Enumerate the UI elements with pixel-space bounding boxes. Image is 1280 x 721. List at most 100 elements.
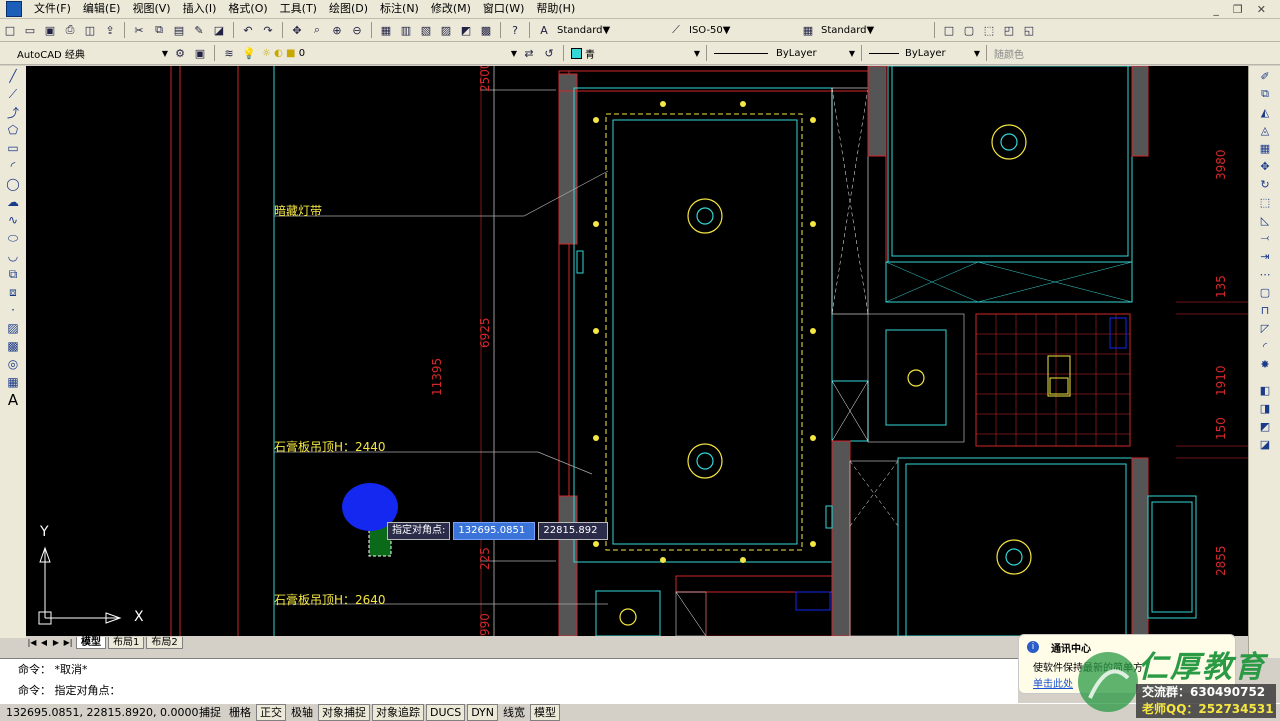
circle-icon[interactable]: ◯ (3, 176, 23, 192)
revcloud-icon[interactable]: ☁ (3, 194, 23, 210)
ortho-toggle[interactable]: 正交 (256, 704, 286, 721)
workspace-settings-icon[interactable]: ⚙ (172, 45, 188, 61)
tab-layout2[interactable]: 布局2 (146, 636, 183, 649)
first-tab-icon[interactable]: |◀ (26, 638, 38, 647)
fillet-icon[interactable]: ◜ (1255, 338, 1275, 354)
draworder-under-icon[interactable]: ◪ (1255, 436, 1275, 452)
menu-help[interactable]: 帮助(H) (530, 0, 581, 18)
point-icon[interactable]: · (3, 302, 23, 318)
app-icon[interactable] (6, 1, 22, 17)
pan-icon[interactable]: ✥ (289, 22, 305, 38)
grid-toggle[interactable]: 栅格 (226, 705, 254, 720)
snap-toggle[interactable]: 捕捉 (196, 705, 224, 720)
menu-modify[interactable]: 修改(M) (425, 0, 477, 18)
trim-icon[interactable]: ⤙ (1255, 230, 1275, 246)
viewport-icon[interactable]: □ (941, 22, 957, 38)
line-icon[interactable]: ╱ (3, 68, 23, 84)
copy-object-icon[interactable]: ⧉ (1255, 86, 1275, 102)
tab-model[interactable]: 模型 (76, 636, 106, 649)
insert-block-icon[interactable]: ⧉ (3, 266, 23, 282)
minimize-icon[interactable]: _ (1213, 3, 1219, 16)
arc-icon[interactable]: ◜ (3, 158, 23, 174)
preview-icon[interactable]: ◫ (82, 22, 98, 38)
help-icon[interactable]: ? (507, 22, 523, 38)
menu-file[interactable]: 文件(F) (28, 0, 77, 18)
properties-icon[interactable]: ▦ (378, 22, 394, 38)
markup-icon[interactable]: ◩ (458, 22, 474, 38)
paste-icon[interactable]: ▤ (171, 22, 187, 38)
offset-icon[interactable]: ◬ (1255, 122, 1275, 138)
draworder-above-icon[interactable]: ◩ (1255, 418, 1275, 434)
layer-manager-icon[interactable]: ≋ (221, 45, 237, 61)
calculator-icon[interactable]: ▩ (478, 22, 494, 38)
break-icon[interactable]: ▢ (1255, 284, 1275, 300)
dim-style-select[interactable]: ISO-50 ▼ (686, 22, 798, 38)
drawing-canvas[interactable]: 2500 6925 11395 3980 135 1910 150 2855 2… (26, 66, 1248, 636)
menu-insert[interactable]: 插入(I) (177, 0, 223, 18)
dyn-toggle[interactable]: DYN (467, 704, 499, 721)
copy-icon[interactable]: ⧉ (151, 22, 167, 38)
erase-icon[interactable]: ✐ (1255, 68, 1275, 84)
gradient-icon[interactable]: ▩ (3, 338, 23, 354)
model-toggle[interactable]: 模型 (530, 704, 561, 721)
osnap-toggle[interactable]: 对象捕捉 (318, 704, 370, 721)
viewport-single-icon[interactable]: ▢ (961, 22, 977, 38)
region-icon[interactable]: ◎ (3, 356, 23, 372)
save-icon[interactable]: ▣ (42, 22, 58, 38)
polygon-icon[interactable]: ⬠ (3, 122, 23, 138)
make-block-icon[interactable]: ⧈ (3, 284, 23, 300)
table-style-select[interactable]: Standard ▼ (818, 22, 930, 38)
text-style-select[interactable]: Standard ▼ (554, 22, 666, 38)
tooltip-y-input[interactable]: 22815.892 (538, 522, 609, 540)
table-icon[interactable]: ▦ (3, 374, 23, 390)
polar-toggle[interactable]: 极轴 (288, 705, 316, 720)
viewport-object-icon[interactable]: ◰ (1001, 22, 1017, 38)
redo-icon[interactable]: ↷ (260, 22, 276, 38)
workspace-save-icon[interactable]: ▣ (192, 45, 208, 61)
ellipse-icon[interactable]: ⬭ (3, 230, 23, 246)
scale-icon[interactable]: ⬚ (1255, 194, 1275, 210)
command-prompt-line[interactable]: 命令： 指定对角点： (0, 680, 1018, 701)
menu-view[interactable]: 视图(V) (126, 0, 176, 18)
tab-layout1[interactable]: 布局1 (108, 636, 145, 649)
viewport-clip-icon[interactable]: ◱ (1021, 22, 1037, 38)
rectangle-icon[interactable]: ▭ (3, 140, 23, 156)
menu-dimension[interactable]: 标注(N) (374, 0, 425, 18)
last-tab-icon[interactable]: ▶| (62, 638, 74, 647)
cut-icon[interactable]: ✂ (131, 22, 147, 38)
tooltip-x-input[interactable]: 132695.0851 (453, 522, 536, 540)
array-icon[interactable]: ▦ (1255, 140, 1275, 156)
workspace-select[interactable]: AutoCAD 经典 ▼ (14, 45, 170, 61)
sheet-set-icon[interactable]: ▨ (438, 22, 454, 38)
tool-palettes-icon[interactable]: ▧ (418, 22, 434, 38)
layer-select[interactable]: ☼ ◐ ■ 0 ▼ (259, 45, 519, 61)
draworder-back-icon[interactable]: ◨ (1255, 400, 1275, 416)
otrack-toggle[interactable]: 对象追踪 (372, 704, 424, 721)
menu-draw[interactable]: 绘图(D) (323, 0, 374, 18)
mtext-icon[interactable]: A (3, 391, 23, 409)
command-line[interactable]: 命令： *取消* 命令： 指定对角点： (0, 658, 1018, 703)
publish-icon[interactable]: ⇪ (102, 22, 118, 38)
design-center-icon[interactable]: ▥ (398, 22, 414, 38)
notify-link[interactable]: 单击此处 (1033, 675, 1073, 690)
zoom-window-icon[interactable]: ⊕ (329, 22, 345, 38)
move-icon[interactable]: ✥ (1255, 158, 1275, 174)
prev-tab-icon[interactable]: ◀ (38, 638, 50, 647)
mirror-icon[interactable]: ◭ (1255, 104, 1275, 120)
layer-match-icon[interactable]: ⇄ (521, 45, 537, 61)
restore-icon[interactable]: ❐ (1233, 3, 1243, 16)
explode-icon[interactable]: ✸ (1255, 356, 1275, 372)
zoom-previous-icon[interactable]: ⊖ (349, 22, 365, 38)
hatch-icon[interactable]: ▨ (3, 320, 23, 336)
ellipse-arc-icon[interactable]: ◡ (3, 248, 23, 264)
menu-window[interactable]: 窗口(W) (477, 0, 530, 18)
rotate-icon[interactable]: ↻ (1255, 176, 1275, 192)
join-icon[interactable]: ⊓ (1255, 302, 1275, 318)
spline-icon[interactable]: ∿ (3, 212, 23, 228)
lineweight-toggle[interactable]: 线宽 (500, 705, 528, 720)
print-icon[interactable]: ⎙ (62, 22, 78, 38)
menu-edit[interactable]: 编辑(E) (77, 0, 127, 18)
construction-line-icon[interactable]: ⟋ (3, 86, 23, 102)
menu-tools[interactable]: 工具(T) (274, 0, 323, 18)
new-icon[interactable]: □ (2, 22, 18, 38)
